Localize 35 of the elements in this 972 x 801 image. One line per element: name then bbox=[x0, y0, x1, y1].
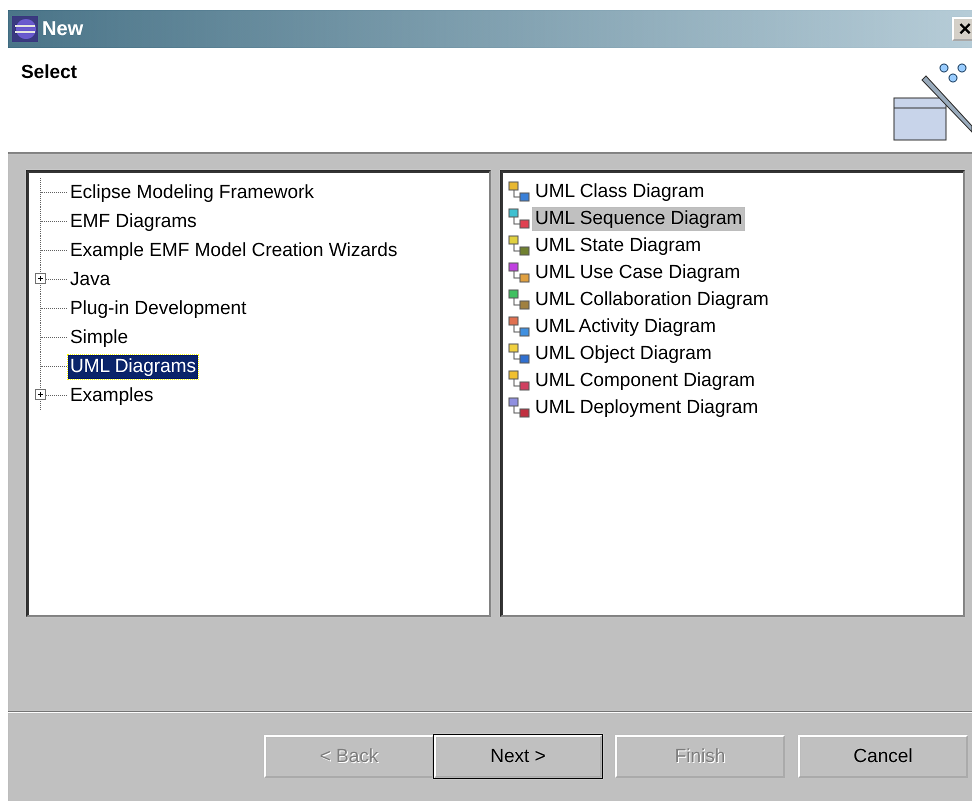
tree-item[interactable]: Examples bbox=[68, 384, 156, 408]
wizard-box-icon bbox=[892, 62, 972, 142]
list-item[interactable]: UML Activity Diagram bbox=[532, 314, 719, 338]
list-item[interactable]: UML Component Diagram bbox=[532, 368, 758, 392]
tree-item[interactable]: EMF Diagrams bbox=[68, 210, 199, 234]
close-button[interactable]: × bbox=[952, 17, 972, 41]
dialog-button[interactable]: Cancel bbox=[798, 735, 968, 778]
tree-item[interactable]: Plug-in Development bbox=[68, 296, 248, 320]
expand-icon[interactable] bbox=[35, 389, 46, 400]
diagram-icon bbox=[508, 396, 530, 418]
list-item[interactable]: UML Sequence Diagram bbox=[532, 206, 746, 230]
dialog-button[interactable]: Next > bbox=[434, 735, 602, 778]
list-item[interactable]: UML Use Case Diagram bbox=[532, 260, 744, 284]
window-title: New bbox=[42, 18, 84, 40]
list-item[interactable]: UML Deployment Diagram bbox=[532, 396, 762, 420]
tree-item[interactable]: Eclipse Modeling Framework bbox=[68, 180, 316, 204]
list-item[interactable]: UML Object Diagram bbox=[532, 342, 715, 366]
tree-item[interactable]: Example EMF Model Creation Wizards bbox=[68, 238, 400, 262]
tree-item[interactable]: Simple bbox=[68, 326, 130, 350]
diagram-icon bbox=[508, 288, 530, 310]
page-title: Select bbox=[21, 62, 77, 84]
diagram-icon bbox=[508, 234, 530, 256]
list-item[interactable]: UML State Diagram bbox=[532, 234, 704, 258]
diagram-icon bbox=[508, 370, 530, 392]
diagram-icon bbox=[508, 180, 530, 202]
list-item[interactable]: UML Collaboration Diagram bbox=[532, 288, 772, 312]
list-item[interactable]: UML Class Diagram bbox=[532, 180, 708, 204]
tree-item[interactable]: Java bbox=[68, 268, 112, 292]
diagram-icon bbox=[508, 208, 530, 230]
tree-item[interactable]: UML Diagrams bbox=[68, 354, 198, 378]
diagram-icon bbox=[508, 262, 530, 284]
eclipse-icon bbox=[12, 16, 38, 42]
expand-icon[interactable] bbox=[35, 273, 46, 284]
diagram-icon bbox=[508, 342, 530, 364]
diagram-icon bbox=[508, 316, 530, 338]
